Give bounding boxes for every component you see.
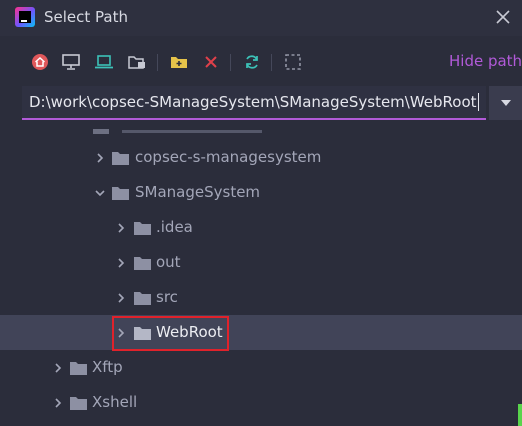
delete-button[interactable] [199, 50, 223, 74]
delete-icon [205, 56, 217, 68]
desktop-icon [62, 54, 80, 70]
folder-icon [134, 257, 151, 270]
folder-tree[interactable]: copsec-s-managesystem SManageSystem .idea o… [0, 124, 522, 426]
tree-item-label: src [156, 288, 178, 306]
project-folder-icon [128, 56, 145, 69]
window-title: Select Path [44, 8, 128, 26]
laptop-button[interactable] [92, 50, 116, 74]
folder-icon [134, 292, 151, 305]
tree-item-label: Xftp [92, 358, 123, 376]
toolbar [0, 44, 522, 80]
folder-icon [70, 397, 87, 410]
path-input[interactable]: D:\work\copsec-SManageSystem\SManageSyst… [22, 86, 486, 120]
select-area-icon [285, 54, 301, 70]
path-row: D:\work\copsec-SManageSystem\SManageSyst… [22, 86, 522, 124]
project-folder-button[interactable] [125, 50, 149, 74]
chevron-right-icon[interactable] [115, 327, 127, 339]
chevron-down-icon[interactable] [94, 187, 106, 199]
tree-row[interactable]: Xftp [0, 350, 522, 385]
home-icon [32, 54, 48, 70]
text-caret [477, 93, 479, 111]
path-input-value: D:\work\copsec-SManageSystem\SManageSyst… [29, 93, 477, 111]
tree-row[interactable]: Xshell [0, 385, 522, 420]
tree-row[interactable]: src [0, 280, 522, 315]
new-folder-icon [171, 57, 187, 68]
app-logo-icon [15, 7, 35, 27]
close-button[interactable] [492, 6, 514, 28]
folder-icon [134, 327, 151, 340]
toolbar-separator [230, 54, 231, 71]
title-bar: Select Path [0, 0, 522, 36]
tree-row[interactable]: copsec-s-managesystem [0, 140, 522, 175]
folder-icon [70, 362, 87, 375]
laptop-icon [95, 55, 113, 69]
tree-row[interactable]: out [0, 245, 522, 280]
refresh-button[interactable] [240, 50, 264, 74]
refresh-icon [246, 55, 258, 69]
hide-path-link[interactable]: Hide path [449, 52, 522, 70]
chevron-right-icon[interactable] [94, 152, 106, 164]
folder-icon [112, 187, 129, 200]
chevron-right-icon[interactable] [52, 397, 64, 409]
vertical-scrollbar[interactable] [518, 404, 522, 426]
home-button[interactable] [28, 50, 52, 74]
chevron-right-icon[interactable] [115, 292, 127, 304]
close-icon [496, 10, 510, 24]
tree-item-label: Xshell [92, 393, 138, 411]
tree-row[interactable]: WebRoot [0, 315, 522, 350]
path-history-dropdown-button[interactable] [489, 86, 522, 120]
tree-row[interactable]: .idea [0, 210, 522, 245]
folder-icon [134, 222, 151, 235]
chevron-down-icon [500, 100, 511, 106]
chevron-right-icon[interactable] [115, 222, 127, 234]
new-folder-button[interactable] [167, 50, 191, 74]
select-area-button[interactable] [281, 50, 305, 74]
toolbar-separator [271, 54, 272, 71]
tree-item-label: copsec-s-managesystem [135, 148, 322, 166]
desktop-button[interactable] [59, 50, 83, 74]
chevron-right-icon[interactable] [115, 257, 127, 269]
tree-row[interactable]: SManageSystem [0, 175, 522, 210]
tree-item-label: out [156, 253, 181, 271]
tree-item-label: WebRoot [156, 323, 223, 341]
folder-icon [112, 152, 129, 165]
tree-item-label: SManageSystem [135, 183, 261, 201]
toolbar-separator [157, 54, 158, 71]
tree-item-label: .idea [156, 218, 193, 236]
chevron-right-icon[interactable] [52, 362, 64, 374]
